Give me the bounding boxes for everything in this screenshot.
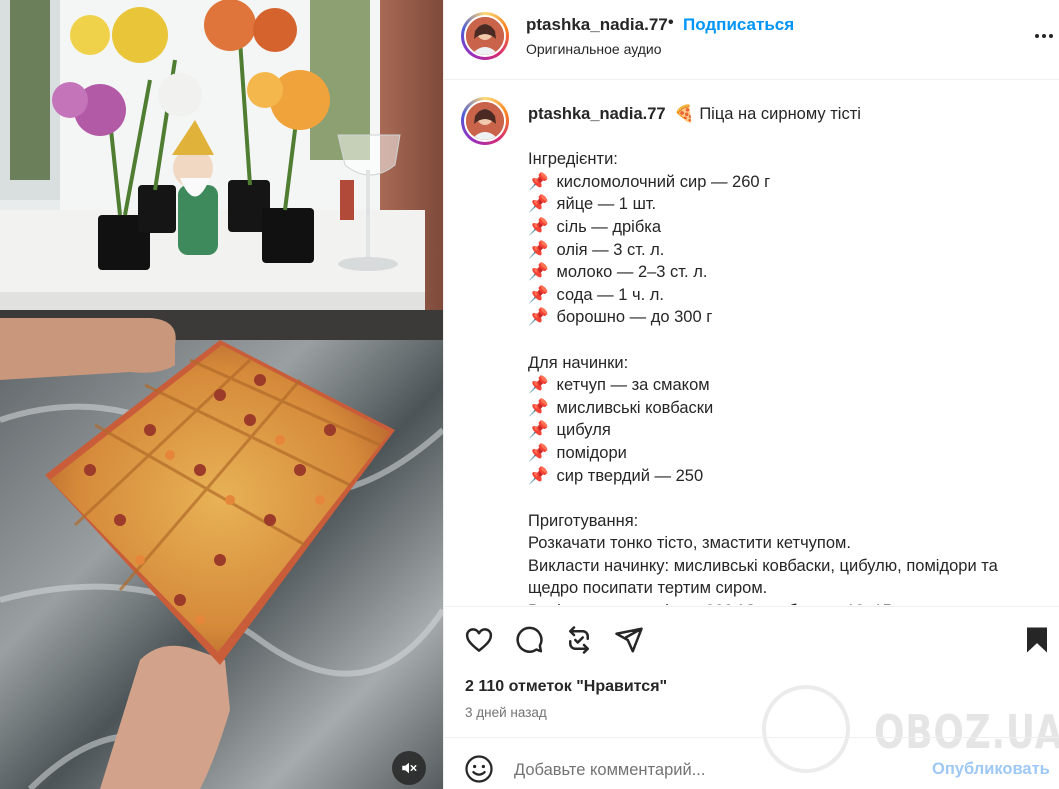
audio-label[interactable]: Оригинальное аудио — [526, 41, 662, 57]
ingredient-item-text: сіль — дрібка — [556, 217, 662, 236]
pushpin-icon: 📌 — [528, 466, 549, 485]
post-header: ptashka_nadia.77 • Подписаться Оригиналь… — [444, 0, 1059, 80]
post-panel: ptashka_nadia.77 • Подписаться Оригиналь… — [443, 0, 1059, 789]
filling-item: 📌 помідори — [528, 442, 1038, 465]
prep-line: Випікати в духовці при 200 °C приблизно … — [528, 600, 1038, 605]
mute-button[interactable] — [392, 751, 426, 785]
ingredient-item-text: борошно — до 300 г — [556, 308, 713, 327]
caption-area[interactable]: ptashka_nadia.77 🍕 Піца на сирному тісті… — [444, 81, 1059, 605]
pizza-emoji: 🍕 — [674, 105, 695, 123]
author-username[interactable]: ptashka_nadia.77 — [526, 15, 668, 35]
comment-bar: Опубликовать — [444, 737, 1059, 789]
pushpin-icon: 📌 — [528, 285, 549, 304]
emoji-icon[interactable] — [464, 754, 494, 784]
filling-item-text: помідори — [556, 443, 627, 462]
actions-section: 2 110 отметок "Нравится" 3 дней назад — [444, 606, 1059, 737]
caption-title-line: ptashka_nadia.77 🍕 Піца на сирному тісті — [528, 103, 1038, 126]
heart-icon[interactable] — [464, 625, 494, 655]
prep-line: Викласти начинку: мисливські ковбаски, ц… — [528, 556, 998, 575]
caption-title: Піца на сирному тісті — [699, 105, 861, 123]
profile-photo — [466, 102, 504, 140]
ingredients-list: 📌 кисломолочний сир — 260 г 📌 яйце — 1 шт. 📌… — [528, 171, 1038, 329]
ingredient-item: 📌 сіль — дрібка — [528, 216, 1038, 239]
post-media[interactable] — [0, 0, 443, 789]
speaker-muted-icon — [402, 762, 417, 774]
pushpin-icon: 📌 — [528, 376, 549, 395]
pushpin-icon: 📌 — [528, 240, 549, 259]
filling-item-text: цибуля — [556, 421, 611, 440]
pushpin-icon: 📌 — [528, 263, 549, 282]
pizza-video-frame — [0, 0, 443, 789]
ingredients-heading: Інгредієнти: — [528, 150, 618, 169]
prep-line: щедро посипати тертим сиром. — [528, 579, 768, 598]
profile-photo — [466, 17, 504, 55]
pushpin-icon: 📌 — [528, 195, 549, 214]
author-avatar[interactable] — [461, 12, 509, 60]
filling-item-text: кетчуп — за смаком — [556, 376, 710, 395]
pushpin-icon: 📌 — [528, 443, 549, 462]
pushpin-icon: 📌 — [528, 398, 549, 417]
filling-item: 📌 кетчуп — за смаком — [528, 374, 1038, 397]
filling-item-text: мисливські ковбаски — [556, 398, 714, 417]
prep-heading: Приготування: — [528, 511, 639, 530]
prep-list: Розкачати тонко тісто, змастити кетчупом… — [528, 532, 1038, 605]
caption-username[interactable]: ptashka_nadia.77 — [528, 105, 666, 123]
ingredient-item: 📌 олія — 3 ст. л. — [528, 239, 1038, 262]
filling-item: 📌 цибуля — [528, 419, 1038, 442]
ingredient-item-text: яйце — 1 шт. — [556, 195, 657, 214]
ingredient-item: 📌 молоко — 2–3 ст. л. — [528, 261, 1038, 284]
caption-text: ptashka_nadia.77 🍕 Піца на сирному тісті… — [528, 103, 1038, 605]
pushpin-icon: 📌 — [528, 217, 549, 236]
pushpin-icon: 📌 — [528, 308, 549, 327]
follow-button[interactable]: Подписаться — [683, 15, 794, 35]
separator-dot: • — [668, 14, 674, 31]
filling-heading: Для начинки: — [528, 353, 629, 372]
ingredient-item: 📌 кисломолочний сир — 260 г — [528, 171, 1038, 194]
ingredient-item-text: олія — 3 ст. л. — [556, 240, 665, 259]
filling-item-text: сир твердий — 250 — [556, 466, 704, 485]
filling-item: 📌 сир твердий — 250 — [528, 465, 1038, 488]
comment-icon[interactable] — [514, 625, 544, 655]
ingredient-item: 📌 яйце — 1 шт. — [528, 193, 1038, 216]
ingredient-item-text: молоко — 2–3 ст. л. — [556, 263, 708, 282]
prep-line: Розкачати тонко тісто, змастити кетчупом… — [528, 534, 851, 553]
ingredient-item: 📌 сода — 1 ч. л. — [528, 284, 1038, 307]
filling-list: 📌 кетчуп — за смаком 📌 мисливські ковбаски 📌… — [528, 374, 1038, 487]
repost-icon[interactable] — [564, 625, 594, 655]
ingredient-item-text: сода — 1 ч. л. — [556, 285, 665, 304]
likes-count[interactable]: 2 110 отметок "Нравится" — [465, 678, 667, 696]
pushpin-icon: 📌 — [528, 172, 549, 191]
filling-item: 📌 мисливські ковбаски — [528, 397, 1038, 420]
publish-button[interactable]: Опубликовать — [932, 760, 1050, 779]
caption-avatar[interactable] — [461, 97, 509, 145]
bookmark-icon[interactable] — [1022, 625, 1052, 655]
pushpin-icon: 📌 — [528, 421, 549, 440]
more-options-icon[interactable] — [1032, 24, 1056, 48]
ingredient-item-text: кисломолочний сир — 260 г — [556, 172, 771, 191]
ingredient-item: 📌 борошно — до 300 г — [528, 306, 1038, 329]
comment-input[interactable] — [514, 758, 914, 782]
share-icon[interactable] — [614, 625, 644, 655]
post-date[interactable]: 3 дней назад — [465, 705, 547, 720]
